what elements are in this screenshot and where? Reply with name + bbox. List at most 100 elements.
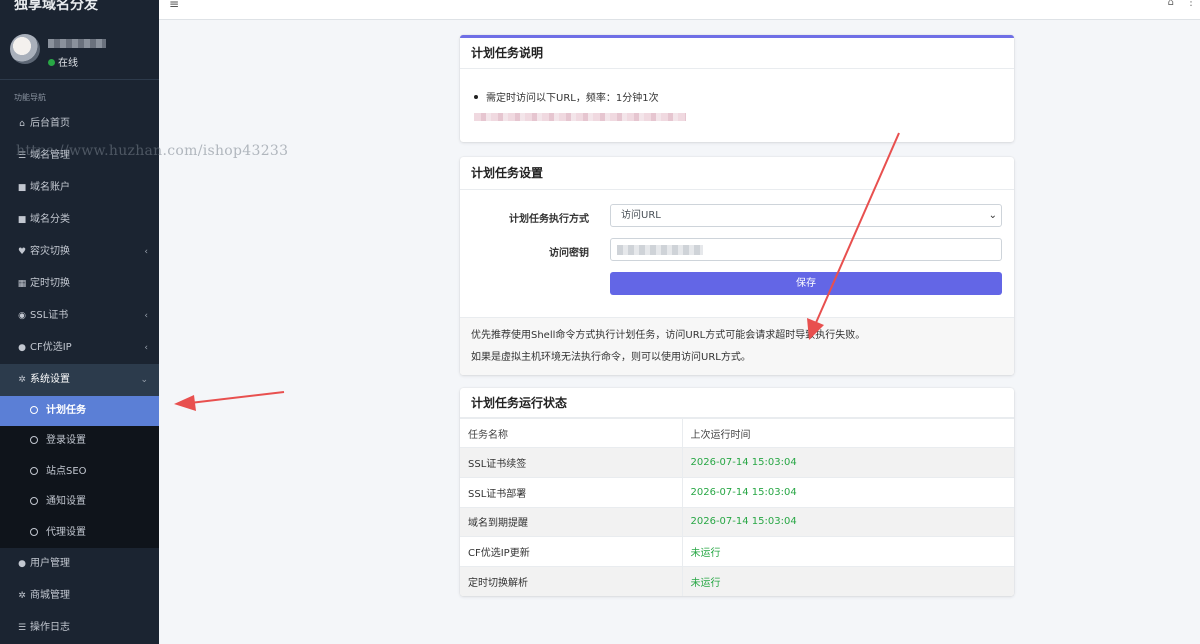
cron-instruction-text: 需定时访问以下URL，频率：1分钟1次 <box>486 93 659 104</box>
sidebar-item-label: 操作日志 <box>30 621 70 633</box>
circle-icon <box>30 406 38 414</box>
sidebar-item-system-settings[interactable]: ✲ 系统设置 ⌄ <box>0 364 159 396</box>
more-icon[interactable]: ⋮ <box>1186 0 1196 8</box>
bullet-icon <box>474 95 478 99</box>
mode-selected-value: 访问URL <box>621 210 661 221</box>
avatar[interactable] <box>10 34 40 64</box>
sidebar-subitem-seo[interactable]: 站点SEO <box>0 457 159 487</box>
sidebar-item-domain-categories[interactable]: ■ 域名分类 <box>0 204 159 236</box>
task-name: 定时切换解析 <box>460 566 683 596</box>
sidebar-item-home[interactable]: ⌂ 后台首页 <box>0 108 159 140</box>
calendar-icon: ▦ <box>17 279 27 289</box>
sidebar-item-users[interactable]: ● 用户管理 <box>0 548 159 580</box>
globe-icon: ● <box>18 343 26 353</box>
sidebar: 独享域名分发 在线 功能导航 ⌂ 后台首页 ☰ 域名管理 ■ 域名账户 ■ 域名分类 ♥… <box>0 0 159 644</box>
sidebar-item-domain-accounts[interactable]: ■ 域名账户 <box>0 172 159 204</box>
chevron-left-icon: ‹ <box>144 343 148 353</box>
user-name-redacted <box>48 39 106 48</box>
cogs-icon: ✲ <box>18 375 26 385</box>
cron-status-card: 计划任务运行状态 任务名称 上次运行时间 SSL证书续签 2026-07-14 1… <box>460 388 1014 596</box>
chevron-left-icon: ‹ <box>144 247 148 257</box>
brand-title: 独享域名分发 <box>14 0 98 13</box>
menu-toggle-icon[interactable]: ≡ <box>169 0 179 11</box>
sidebar-item-shop[interactable]: ✲ 商城管理 <box>0 580 159 612</box>
task-status-table: 任务名称 上次运行时间 SSL证书续签 2026-07-14 15:03:04 S… <box>460 418 1014 596</box>
sidebar-item-label: SSL证书 <box>30 310 69 321</box>
sidebar-subitem-login-settings[interactable]: 登录设置 <box>0 426 159 456</box>
circle-icon <box>30 466 38 475</box>
chevron-down-icon: ⌄ <box>140 375 148 385</box>
sidebar-item-label: 容灾切换 <box>30 246 70 257</box>
column-header-task-name: 任务名称 <box>460 418 683 448</box>
sidebar-item-cf-ip[interactable]: ● CF优选IP ‹ <box>0 332 159 364</box>
access-key-redacted <box>617 245 703 255</box>
last-run-time: 2026-07-14 15:03:04 <box>682 447 1014 478</box>
settings-card-footer: 优先推荐使用Shell命令方式执行计划任务，访问URL方式可能会请求超时导致执行… <box>460 317 1014 375</box>
heartbeat-icon: ♥ <box>17 247 27 257</box>
task-name: SSL证书部署 <box>460 476 683 508</box>
sidebar-subitem-notifications[interactable]: 通知设置 <box>0 487 159 517</box>
card-title: 计划任务说明 <box>460 38 1014 69</box>
last-run-time: 未运行 <box>682 536 1014 567</box>
ssl-icon: ◉ <box>18 311 26 321</box>
user-icon: ● <box>18 558 26 569</box>
table-row: 定时切换解析 未运行 <box>460 566 1014 596</box>
chevron-left-icon: ‹ <box>144 311 148 321</box>
card-title: 计划任务运行状态 <box>460 388 1014 418</box>
circle-icon <box>30 436 38 445</box>
sidebar-item-failover[interactable]: ♥ 容灾切换 ‹ <box>0 236 159 268</box>
nav-header: 功能导航 <box>14 93 46 102</box>
sidebar-item-label: 定时切换 <box>30 278 70 289</box>
sidebar-nav: ⌂ 后台首页 ☰ 域名管理 ■ 域名账户 ■ 域名分类 ♥ 容灾切换 ‹ ▦ 定时切换 ◉ SS… <box>0 108 159 644</box>
last-run-time: 2026-07-14 15:03:04 <box>682 506 1014 537</box>
list-icon: ☰ <box>17 622 27 633</box>
top-navbar: ≡ ⌂ ⋮ <box>159 0 1200 20</box>
sidebar-item-scheduled-switch[interactable]: ▦ 定时切换 <box>0 268 159 300</box>
sidebar-subitem-label: 登录设置 <box>46 435 86 447</box>
home-icon[interactable]: ⌂ <box>1168 0 1174 8</box>
note-shell-recommendation: 优先推荐使用Shell命令方式执行计划任务，访问URL方式可能会请求超时导致执行… <box>471 330 866 341</box>
save-button[interactable]: 保存 <box>610 272 1002 295</box>
table-row: CF优选IP更新 未运行 <box>460 536 1014 567</box>
cron-url-redacted <box>474 113 686 121</box>
sidebar-subitem-proxy[interactable]: 代理设置 <box>0 518 159 548</box>
gear-icon: ✲ <box>18 590 26 601</box>
sidebar-subitem-label: 代理设置 <box>46 526 86 538</box>
circle-icon <box>30 497 38 506</box>
sidebar-item-label: 系统设置 <box>30 374 70 385</box>
mode-label: 计划任务执行方式 <box>509 214 589 225</box>
sidebar-item-label: 后台首页 <box>30 118 70 129</box>
note-virtual-host: 如果是虚拟主机环境无法执行命令，则可以使用访问URL方式。 <box>471 352 751 363</box>
sidebar-item-logs[interactable]: ☰ 操作日志 <box>0 612 159 644</box>
task-name: CF优选IP更新 <box>460 536 683 567</box>
task-name: 域名到期提醒 <box>460 506 683 537</box>
sidebar-item-label: 商城管理 <box>30 589 70 601</box>
last-run-time: 2026-07-14 15:03:04 <box>682 476 1014 508</box>
cron-info-card: 计划任务说明 需定时访问以下URL，频率：1分钟1次 <box>460 35 1014 142</box>
sidebar-subitem-label: 站点SEO <box>46 465 87 477</box>
home-icon: ⌂ <box>19 119 25 129</box>
circle-icon <box>30 527 38 536</box>
card-title: 计划任务设置 <box>460 157 1014 190</box>
chevron-down-icon: ⌄ <box>988 210 997 221</box>
column-header-last-run: 上次运行时间 <box>682 418 1014 448</box>
user-status: 在线 <box>48 54 78 69</box>
mode-select[interactable]: 访问URL ⌄ <box>610 204 1002 227</box>
table-row: SSL证书续签 2026-07-14 15:03:04 <box>460 447 1014 478</box>
task-name: SSL证书续签 <box>460 447 683 478</box>
annotation-arrow-left <box>174 391 285 411</box>
cron-settings-card: 计划任务设置 计划任务执行方式 访问URL ⌄ 访问密钥 保存 优先推荐使用She… <box>460 157 1014 375</box>
table-row: 域名到期提醒 2026-07-14 15:03:04 <box>460 506 1014 537</box>
user-status-text: 在线 <box>58 58 78 69</box>
access-key-input[interactable] <box>610 238 1002 261</box>
system-settings-submenu: 计划任务 登录设置 站点SEO 通知设置 代理设置 <box>0 396 159 548</box>
sidebar-item-ssl[interactable]: ◉ SSL证书 ‹ <box>0 300 159 332</box>
brand-logo[interactable]: 独享域名分发 <box>0 0 159 14</box>
key-label: 访问密钥 <box>549 248 589 259</box>
folder-icon: ■ <box>17 215 27 225</box>
table-header-row: 任务名称 上次运行时间 <box>460 418 1014 448</box>
lock-icon: ■ <box>17 183 27 193</box>
sidebar-subitem-cron[interactable]: 计划任务 <box>0 396 159 427</box>
user-panel: 在线 <box>0 30 159 80</box>
last-run-time: 未运行 <box>682 566 1014 596</box>
